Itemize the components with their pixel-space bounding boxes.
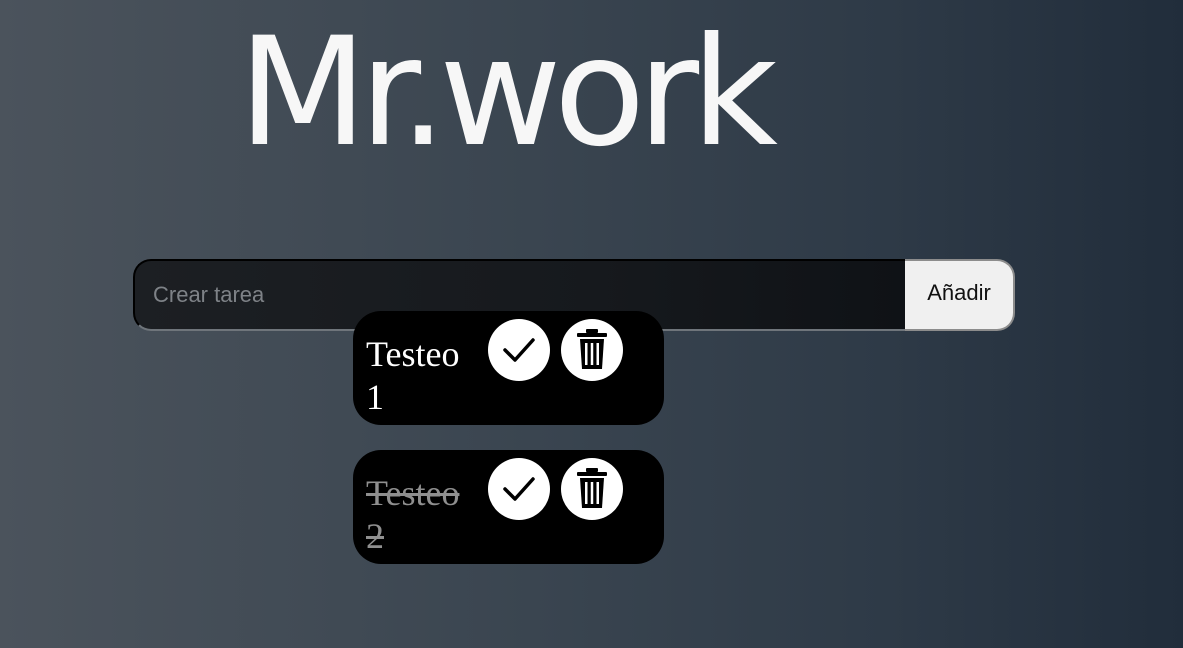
check-icon <box>499 468 539 511</box>
trash-icon <box>572 466 612 513</box>
app-title: Mr.work <box>238 6 778 180</box>
task-text: Testeo 1 <box>366 334 460 417</box>
complete-task-button[interactable] <box>488 319 550 381</box>
app-page: { "header": { "title": "Mr.work" }, "for… <box>0 0 1183 648</box>
task-text-completed: Testeo 2 <box>366 473 460 556</box>
task-list: Testeo 1 Testeo 2 <box>353 311 664 589</box>
trash-icon <box>572 327 612 374</box>
delete-task-button[interactable] <box>561 319 623 381</box>
add-task-button[interactable]: Añadir <box>905 259 1015 331</box>
task-item: Testeo 1 <box>353 311 664 425</box>
complete-task-button[interactable] <box>488 458 550 520</box>
task-item: Testeo 2 <box>353 450 664 564</box>
check-icon <box>499 329 539 372</box>
delete-task-button[interactable] <box>561 458 623 520</box>
